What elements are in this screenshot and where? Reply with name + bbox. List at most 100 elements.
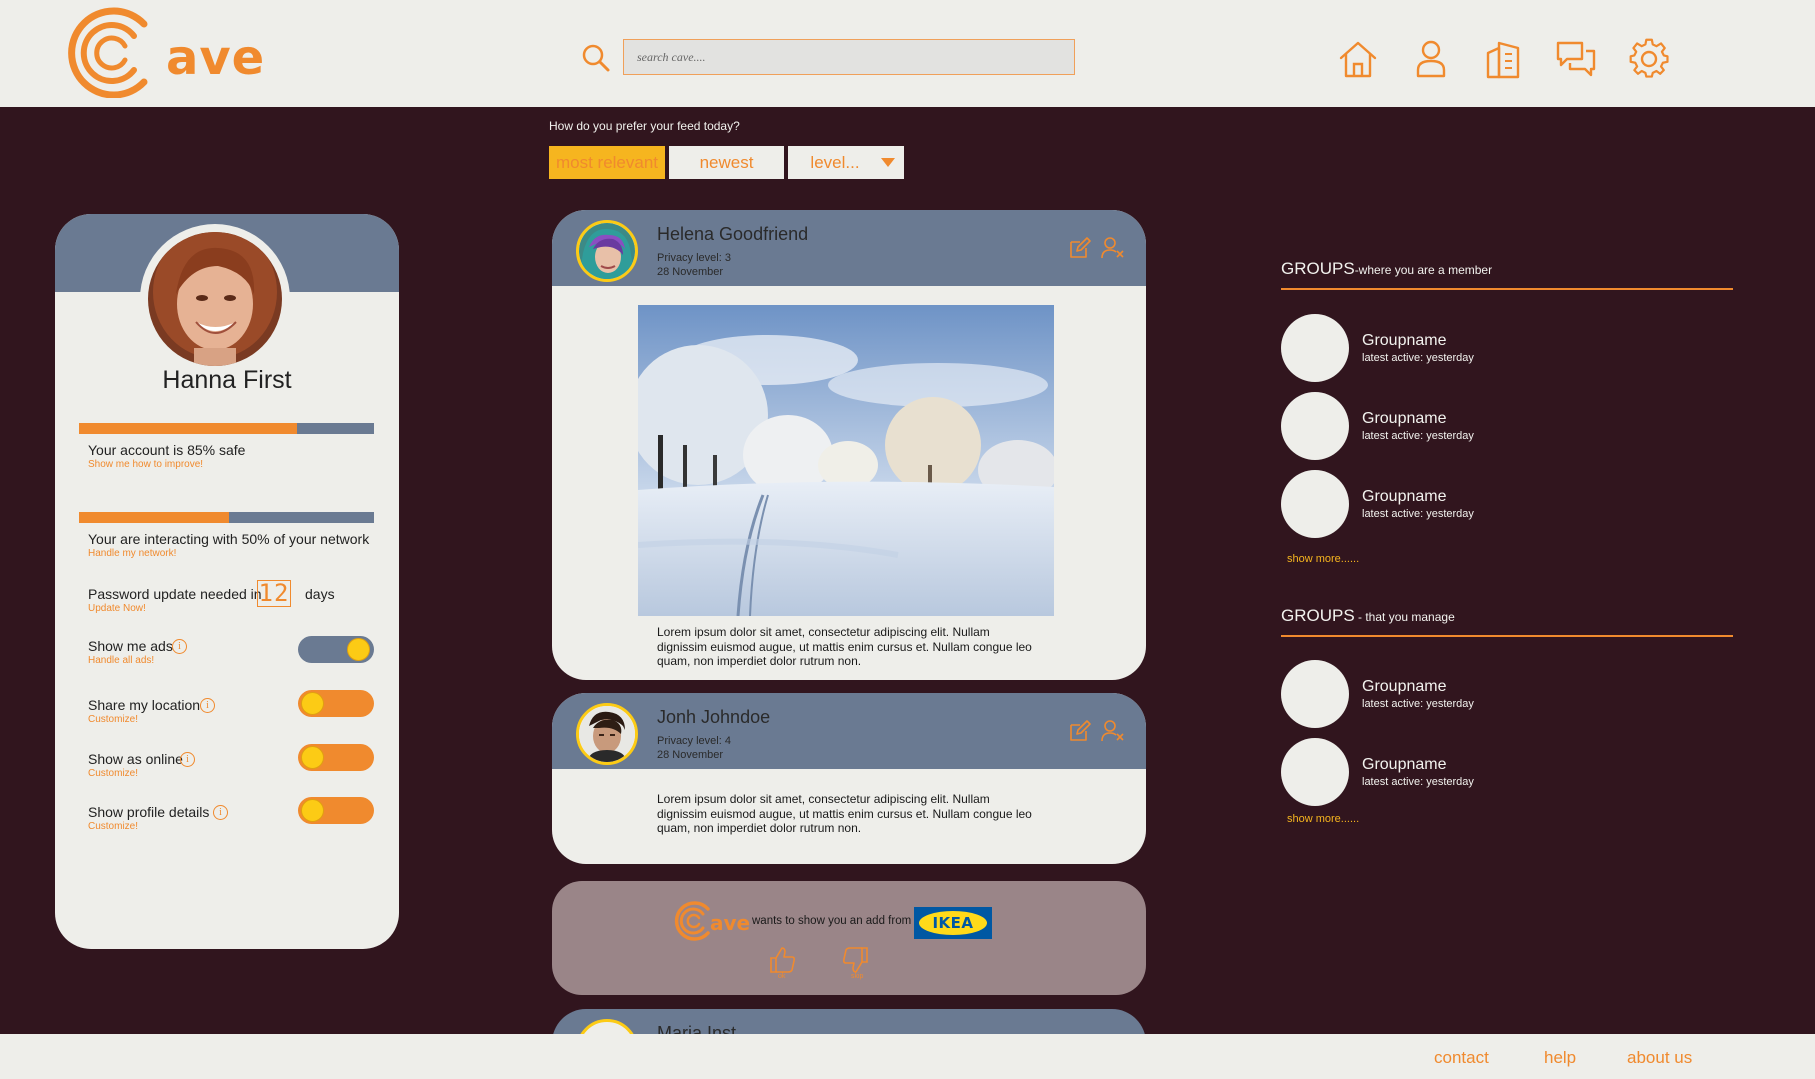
setting-details-label: Show profile details — [88, 804, 210, 820]
logo-text: ave — [166, 30, 266, 86]
customize-location-link[interactable]: Customize! — [88, 714, 138, 725]
post-privacy-level: Privacy level: 3 — [657, 252, 731, 264]
post-privacy-level: Privacy level: 4 — [657, 735, 731, 747]
post-author-name[interactable]: Helena Goodfriend — [657, 224, 808, 245]
cave-logo-small: ave — [674, 901, 750, 941]
group-activity: latest active: yesterday — [1362, 698, 1474, 710]
ikea-logo-text: IKEA — [919, 911, 987, 935]
customize-details-link[interactable]: Customize! — [88, 821, 138, 832]
improve-safety-link[interactable]: Show me how to improve! — [88, 459, 203, 470]
update-password-link[interactable]: Update Now! — [88, 603, 146, 614]
toggle-knob — [301, 746, 324, 769]
group-avatar[interactable] — [1281, 470, 1349, 538]
profile-name: Hanna First — [162, 366, 292, 394]
group-avatar[interactable] — [1281, 738, 1349, 806]
groups-member-title: GROUPS — [1281, 259, 1355, 278]
password-days-counter: 12 — [257, 579, 291, 607]
safety-progress-bar — [79, 423, 374, 434]
search-icon[interactable] — [580, 42, 612, 74]
password-days-label: days — [305, 586, 335, 602]
group-name[interactable]: Groupname — [1362, 410, 1447, 428]
help-link[interactable]: help — [1544, 1048, 1576, 1068]
setting-online-label: Show as online — [88, 751, 183, 767]
show-more-member-groups-link[interactable]: show more...... — [1287, 553, 1359, 565]
groups-manage-title: GROUPS — [1281, 606, 1355, 625]
group-activity: latest active: yesterday — [1362, 352, 1474, 364]
cave-logo-mark — [68, 7, 148, 99]
show-more-managed-groups-link[interactable]: show more...... — [1287, 813, 1359, 825]
group-name[interactable]: Groupname — [1362, 678, 1447, 696]
filter-level-dropdown[interactable]: level... — [788, 146, 904, 179]
gear-icon[interactable] — [1627, 37, 1671, 81]
profile-avatar[interactable] — [140, 224, 290, 374]
info-icon[interactable]: i — [213, 805, 228, 820]
group-avatar[interactable] — [1281, 392, 1349, 460]
ad-message: wants to show you an add from — [752, 915, 912, 927]
ad-card: ave wants to show you an add from IKEA o… — [552, 881, 1146, 995]
post-header: Jonh Johndoe Privacy level: 4 28 Novembe… — [552, 693, 1146, 769]
group-activity: latest active: yesterday — [1362, 776, 1474, 788]
toggle-knob — [301, 799, 324, 822]
feed-question: How do you prefer your feed today? — [549, 119, 740, 133]
groups-member-subtitle: -where you are a member — [1354, 263, 1493, 277]
group-avatar[interactable] — [1281, 660, 1349, 728]
svg-text:ave: ave — [710, 911, 750, 935]
groups-member-heading: GROUPS-where you are a member — [1281, 259, 1492, 279]
buildings-icon[interactable] — [1481, 37, 1525, 81]
info-icon[interactable]: i — [180, 752, 195, 767]
post-author-name[interactable]: Jonh Johndoe — [657, 707, 770, 728]
edit-icon[interactable] — [1068, 719, 1092, 743]
home-icon[interactable] — [1336, 37, 1380, 81]
network-progress-fill — [79, 512, 230, 523]
author-photo — [579, 706, 635, 762]
location-toggle[interactable] — [298, 690, 374, 717]
ads-toggle[interactable] — [298, 636, 374, 663]
customize-online-link[interactable]: Customize! — [88, 768, 138, 779]
safety-progress-fill — [79, 423, 298, 434]
ok-label: ok — [778, 973, 786, 980]
setting-location-label: Share my location — [88, 697, 201, 713]
search-input[interactable] — [623, 39, 1075, 75]
toggle-knob — [301, 692, 324, 715]
details-toggle[interactable] — [298, 797, 374, 824]
group-avatar[interactable] — [1281, 314, 1349, 382]
filter-most-relevant-button[interactable]: most relevant — [549, 146, 665, 179]
post-photo-winter[interactable] — [638, 305, 1054, 616]
post-author-avatar[interactable] — [576, 220, 638, 282]
toggle-knob — [347, 638, 370, 661]
ikea-logo[interactable]: IKEA — [914, 907, 992, 939]
post-text: Lorem ipsum dolor sit amet, consectetur … — [657, 625, 1032, 668]
author-photo — [579, 223, 635, 279]
user-icon[interactable] — [1409, 37, 1453, 81]
about-us-link[interactable]: about us — [1627, 1048, 1692, 1068]
groups-manage-subtitle: - that you manage — [1354, 610, 1455, 624]
info-icon[interactable]: i — [172, 639, 187, 654]
network-status-text: Your are interacting with 50% of your ne… — [88, 531, 370, 547]
divider — [1281, 288, 1733, 290]
post-author-avatar[interactable] — [576, 703, 638, 765]
info-icon[interactable]: i — [200, 698, 215, 713]
online-toggle[interactable] — [298, 744, 374, 771]
profile-card: Hanna First Your account is 85% safe Sho… — [55, 214, 399, 949]
thumbs-up-icon[interactable] — [767, 945, 797, 975]
post-card: Jonh Johndoe Privacy level: 4 28 Novembe… — [552, 693, 1146, 864]
group-name[interactable]: Groupname — [1362, 332, 1447, 350]
chat-icon[interactable] — [1554, 37, 1598, 81]
group-name[interactable]: Groupname — [1362, 756, 1447, 774]
divider — [1281, 635, 1733, 637]
contact-link[interactable]: contact — [1434, 1048, 1489, 1068]
groups-manage-heading: GROUPS - that you manage — [1281, 606, 1455, 626]
edit-icon[interactable] — [1068, 236, 1092, 260]
cave-logo[interactable]: ave — [60, 6, 264, 99]
filter-newest-button[interactable]: newest — [669, 146, 784, 179]
group-name[interactable]: Groupname — [1362, 488, 1447, 506]
post-card: Helena Goodfriend Privacy level: 3 28 No… — [552, 210, 1146, 680]
thumbs-down-icon[interactable] — [841, 945, 871, 975]
handle-ads-link[interactable]: Handle all ads! — [88, 655, 154, 666]
group-activity: latest active: yesterday — [1362, 430, 1474, 442]
remove-user-icon[interactable] — [1101, 719, 1125, 743]
post-date: 28 November — [657, 266, 724, 278]
remove-user-icon[interactable] — [1101, 236, 1125, 260]
handle-network-link[interactable]: Handle my network! — [88, 548, 176, 559]
setting-ads-label: Show me ads — [88, 638, 173, 654]
